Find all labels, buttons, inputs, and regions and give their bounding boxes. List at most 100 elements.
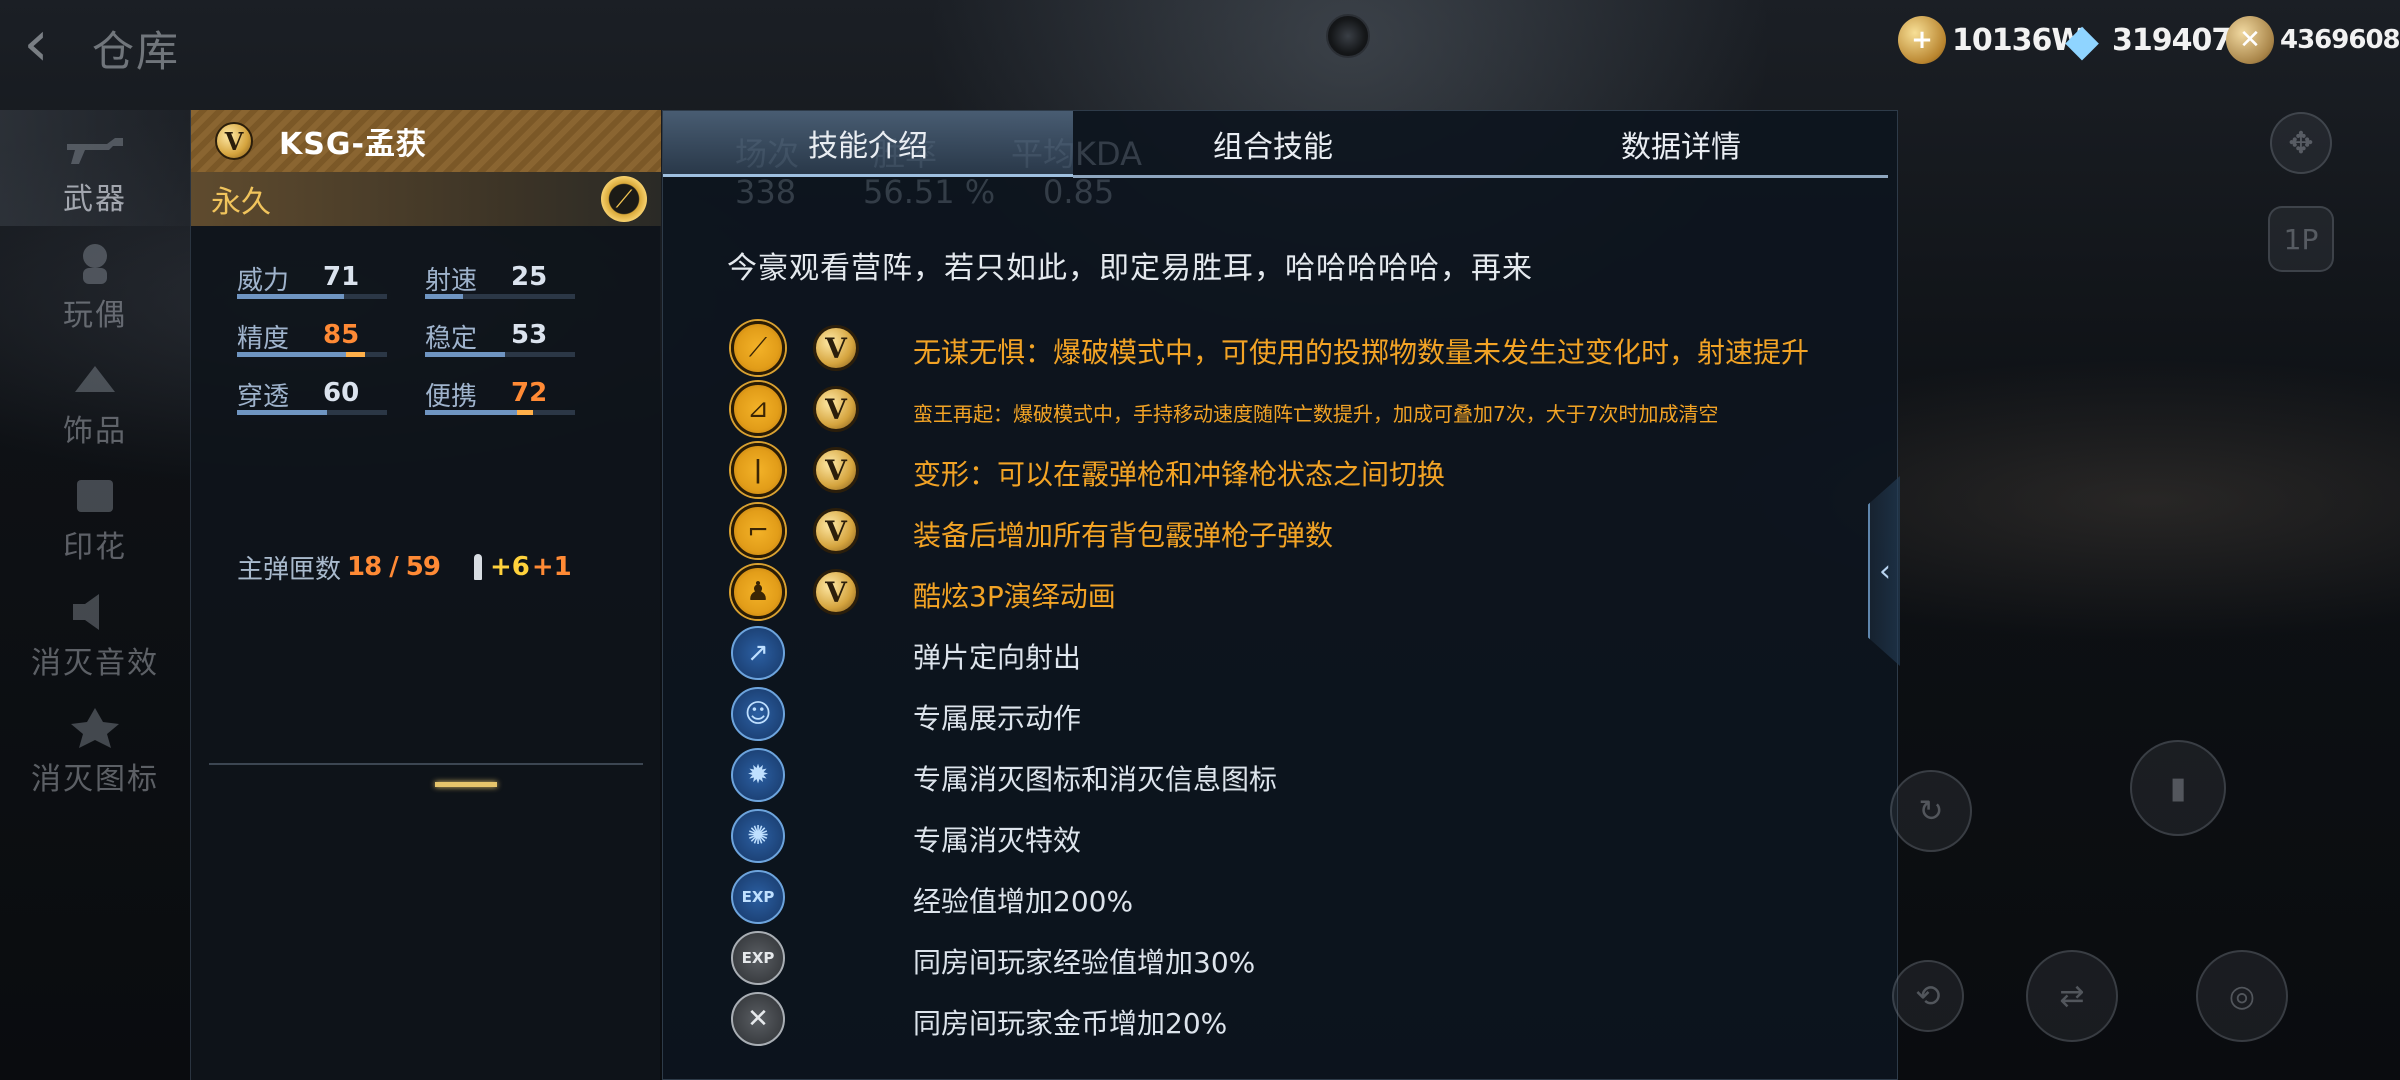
hud-1p-button[interactable]: 1P [2268, 206, 2334, 272]
scope-hud-icon[interactable]: ◎ [2196, 950, 2288, 1042]
ammo-row: 主弹匣数 18 / 59 +6 +1 [237, 550, 572, 585]
nav-item-accessory[interactable]: 饰品 [0, 342, 190, 458]
top-bar: ‹ 仓库 + 10136W ◆ 319407 ✕ 4369608 [0, 0, 2400, 90]
stat-value: 71 [323, 262, 360, 292]
weapon-icon [67, 138, 123, 164]
stat-label: 精度 [237, 324, 290, 354]
skill-row: ↗ 弹片定向射出 [731, 626, 1851, 686]
coin-icon: ✕ [2226, 16, 2274, 64]
weapon-quote: 今豪观看营阵，若只如此，即定易胜耳，哈哈哈哈哈，再来 [727, 251, 1533, 286]
ammo-bonus: +6 [489, 552, 530, 582]
skill-row: ☺ 专属展示动作 [731, 687, 1851, 747]
dpad-icon[interactable]: ✥ [2270, 112, 2332, 174]
nav-label: 消灭图标 [31, 762, 159, 797]
stat-value: 85 [323, 320, 360, 350]
stat-penetration: 穿透 60 [237, 376, 417, 416]
gold-coupon-icon: + [1898, 16, 1946, 64]
skill-row: ✕ 同房间玩家金币增加20% [731, 992, 1851, 1052]
switch-hud-icon[interactable]: ⇄ [2026, 950, 2118, 1042]
nav-label: 饰品 [63, 414, 127, 449]
stat-mobility: 便携 72 [425, 376, 605, 416]
stat-bar-track [237, 410, 387, 415]
collapse-arrow-icon[interactable]: ‹ [1868, 476, 1900, 666]
page-title: 仓库 [92, 27, 181, 76]
currency-gold-coupon[interactable]: + 10136W [1898, 14, 2084, 66]
shotgun-type-icon: ⟋ [601, 176, 647, 222]
stat-bar-fill [425, 352, 505, 357]
skill-text: 经验值增加200% [913, 885, 1134, 918]
ammo-bonus-extra: +1 [531, 552, 572, 582]
skill-text: 酷炫3P演绎动画 [913, 580, 1116, 613]
skill-row: ⌐ V 装备后增加所有背包霰弹枪子弹数 [731, 504, 1851, 564]
kill-icon: ✹ [731, 748, 785, 802]
skill-text: 无谋无惧：爆破模式中，可使用的投掷物数量未发生过变化时，射速提升 [913, 336, 1810, 369]
bullet-hud-icon[interactable]: ▮ [2130, 740, 2226, 836]
stat-bar-track [237, 352, 387, 357]
skill-text: 装备后增加所有背包霰弹枪子弹数 [913, 519, 1334, 552]
reload-hud-icon[interactable]: ↻ [1890, 770, 1972, 852]
stat-bar-fill [425, 410, 533, 415]
stat-value: 53 [511, 320, 548, 350]
room-exp-icon: EXP [731, 931, 785, 985]
duration-bar: 永久 ⟋ [191, 172, 661, 226]
game-screen: { "header": { "title": "仓库", "currencies… [0, 0, 2400, 1080]
stat-stability: 稳定 53 [425, 318, 605, 358]
tab-underline [1073, 175, 1888, 178]
nav-label: 印花 [63, 530, 127, 565]
tab-skill-intro[interactable]: 技能介绍 [663, 111, 1073, 177]
stat-label: 威力 [237, 266, 290, 296]
page-indicator [435, 782, 497, 787]
v-rank-badge-icon: V [813, 386, 859, 432]
currency-value: 4369608 [2280, 25, 2400, 55]
category-nav: 武器 玩偶 饰品 印花 消灭音效 消灭图标 [0, 110, 190, 820]
skill-row: EXP 经验值增加200% [731, 870, 1851, 930]
tab-data-details[interactable]: 数据详情 [1473, 111, 1889, 177]
room-coin-icon: ✕ [731, 992, 785, 1046]
nav-item-doll[interactable]: 玩偶 [0, 226, 190, 342]
stat-label: 穿透 [237, 382, 290, 412]
stat-bar-track [237, 294, 387, 299]
detail-panel: 场次 胜率 平均KDA 338 56.51 % 0.85 技能介绍 组合技能 数… [662, 110, 1898, 1080]
weapon-panel: V KSG-孟获 永久 ⟋ 威力 71 射速 25 精度 85 稳定 53 穿透… [190, 110, 661, 1080]
stat-label: 稳定 [425, 324, 478, 354]
back-arrow-icon[interactable]: ‹ [8, 12, 64, 76]
nav-item-weapon[interactable]: 武器 [0, 110, 190, 226]
sticker-icon [77, 480, 113, 512]
skill-row: ǀ V 变形：可以在霰弹枪和冲锋枪状态之间切换 [731, 443, 1851, 503]
skill-row: ✹ 专属消灭图标和消灭信息图标 [731, 748, 1851, 808]
nav-item-sticker[interactable]: 印花 [0, 458, 190, 574]
stat-bar-fill [237, 352, 365, 357]
stat-bar-track [425, 294, 575, 299]
kill-emblem-icon [71, 708, 119, 748]
duration-label: 永久 [211, 185, 271, 220]
accessory-icon [75, 366, 115, 392]
stat-bar-track [425, 410, 575, 415]
stat-value: 60 [323, 378, 360, 408]
weapon-name-bar: V KSG-孟获 [191, 110, 661, 172]
skill-text: 专属展示动作 [913, 702, 1082, 735]
pose-icon: ☺ [731, 687, 785, 741]
divider [209, 763, 643, 765]
swap-weapon-hud-icon[interactable]: ⟲ [1892, 960, 1964, 1032]
skill-text: 蛮王再起：爆破模式中，手持移动速度随阵亡数提升，加成可叠加7次，大于7次时加成清… [913, 402, 1719, 426]
nav-label: 武器 [63, 182, 127, 217]
currency-diamond[interactable]: ◆ 319407 [2058, 14, 2232, 66]
nav-item-kill-sound[interactable]: 消灭音效 [0, 574, 190, 690]
stat-fire-rate: 射速 25 [425, 260, 605, 300]
stat-bar-fill [237, 294, 344, 299]
bullet-icon: ǀ [731, 443, 785, 497]
stat-label: 射速 [425, 266, 478, 296]
skill-text: 专属消灭特效 [913, 824, 1082, 857]
nav-item-kill-icon[interactable]: 消灭图标 [0, 690, 190, 806]
kill-sound-icon [73, 594, 99, 630]
skill-row: ✺ 专属消灭特效 [731, 809, 1851, 869]
nav-label: 消灭音效 [31, 646, 159, 681]
skill-text: 变形：可以在霰弹枪和冲锋枪状态之间切换 [913, 458, 1446, 491]
ammo-value: 18 / 59 [347, 552, 441, 582]
rifle-icon: ⌐ [731, 504, 785, 558]
tab-combo-skill[interactable]: 组合技能 [1073, 111, 1473, 177]
tab-bar: 技能介绍 组合技能 数据详情 [663, 111, 1899, 179]
currency-coin[interactable]: ✕ 4369608 [2226, 14, 2400, 66]
skill-row: ⊿ V 蛮王再起：爆破模式中，手持移动速度随阵亡数提升，加成可叠加7次，大于7次… [731, 382, 1851, 442]
currency-value: 319407 [2112, 22, 2232, 58]
